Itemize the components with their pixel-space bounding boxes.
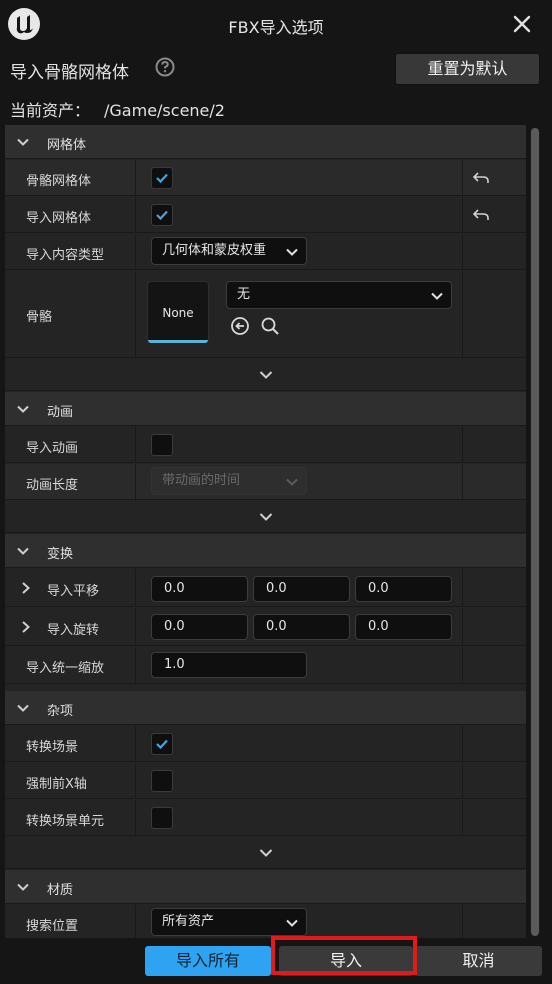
import-animation-label: 导入动画 <box>26 441 79 456</box>
import-rotation-label: 导入旋转 <box>47 623 100 638</box>
row-skeletal-mesh: 骨骼网格体 <box>5 160 526 196</box>
search-icon[interactable] <box>260 316 280 336</box>
dialog-heading: 导入骨骼网格体 <box>10 63 129 83</box>
skeletal-mesh-checkbox[interactable] <box>151 167 173 189</box>
import-translation-label: 导入平移 <box>47 584 100 599</box>
convert-scene-checkbox[interactable] <box>151 733 173 755</box>
chevron-down-icon <box>17 704 29 712</box>
cancel-button[interactable]: 取消 <box>415 946 542 976</box>
chevron-down-icon <box>286 248 298 256</box>
row-import-animation: 导入动画 <box>5 427 526 463</box>
import-uniform-scale-label: 导入统一缩放 <box>26 661 105 676</box>
row-convert-scene: 转换场景 <box>5 726 526 762</box>
chevron-down-icon <box>17 883 29 891</box>
convert-scene-unit-label: 转换场景单元 <box>26 814 105 829</box>
row-skeleton: 骨骼 无 <box>5 271 526 358</box>
mesh-advanced-expander[interactable] <box>5 359 526 391</box>
current-asset: 当前资产： /Game/scene/2 <box>10 97 239 121</box>
misc-advanced-expander[interactable] <box>5 837 526 869</box>
section-mesh-header[interactable]: 网格体 <box>5 125 526 159</box>
row-import-content-type: 导入内容类型 几何体和蒙皮权重 <box>5 234 526 270</box>
search-location-label: 搜索位置 <box>26 919 79 934</box>
section-misc-title: 杂项 <box>47 704 74 719</box>
title-bar: FBX导入选项 <box>0 0 552 50</box>
chevron-down-icon <box>17 547 29 555</box>
force-front-x-axis-label: 强制前X轴 <box>26 777 87 792</box>
translation-x-input[interactable]: 0.0 <box>151 576 248 602</box>
section-animation-title: 动画 <box>47 405 74 420</box>
import-content-type-label: 导入内容类型 <box>26 248 105 263</box>
skeletal-mesh-label: 骨骼网格体 <box>26 174 92 189</box>
chevron-down-icon <box>431 292 443 300</box>
skeleton-asset-value: 无 <box>237 287 251 302</box>
scrollbar-thumb[interactable] <box>531 128 539 936</box>
chevron-down-icon <box>17 138 29 146</box>
animation-length-dropdown: 带动画的时间 <box>151 467 307 495</box>
import-mesh-label: 导入网格体 <box>26 211 92 226</box>
translation-z-input[interactable]: 0.0 <box>355 576 452 602</box>
row-search-location: 搜索位置 所有资产 <box>5 905 526 938</box>
import-mesh-checkbox[interactable] <box>151 204 173 226</box>
row-import-translation: 导入平移 0.0 0.0 0.0 <box>5 569 526 607</box>
current-asset-label: 当前资产： <box>10 101 91 120</box>
section-animation-header[interactable]: 动画 <box>5 392 526 426</box>
rotation-x-input[interactable]: 0.0 <box>151 614 248 640</box>
animation-length-label: 动画长度 <box>26 478 79 493</box>
section-misc-header[interactable]: 杂项 <box>5 691 526 725</box>
chevron-right-icon[interactable] <box>21 582 31 594</box>
details-panel: 网格体 骨骼网格体 导入网格体 导入内容类型 几何体和蒙皮权重 骨骼 无 动画 … <box>5 125 526 938</box>
chevron-down-icon <box>259 849 273 857</box>
reset-arrow-icon[interactable] <box>472 208 490 222</box>
import-content-type-value: 几何体和蒙皮权重 <box>162 243 267 258</box>
animation-advanced-expander[interactable] <box>5 501 526 533</box>
rotation-y-input[interactable]: 0.0 <box>253 614 350 640</box>
row-animation-length: 动画长度 带动画的时间 <box>5 464 526 500</box>
close-icon <box>513 15 531 33</box>
reset-to-default-button[interactable]: 重置为默认 <box>395 53 540 85</box>
search-location-dropdown[interactable]: 所有资产 <box>151 908 307 936</box>
row-convert-scene-unit: 转换场景单元 <box>5 800 526 836</box>
use-selected-asset-icon[interactable] <box>230 316 250 336</box>
chevron-down-icon <box>286 919 298 927</box>
import-button-highlight <box>271 936 417 975</box>
animation-length-value: 带动画的时间 <box>162 473 241 488</box>
force-front-x-axis-checkbox[interactable] <box>151 770 173 792</box>
checkmark-icon <box>156 210 168 221</box>
skeleton-label: 骨骼 <box>26 310 53 325</box>
checkmark-icon <box>156 739 168 750</box>
import-animation-checkbox[interactable] <box>151 434 173 456</box>
row-import-rotation: 导入旋转 0.0 0.0 0.0 <box>5 608 526 646</box>
close-button[interactable] <box>510 12 534 36</box>
chevron-down-icon <box>286 478 298 486</box>
window-title: FBX导入选项 <box>228 18 324 37</box>
rotation-z-input[interactable]: 0.0 <box>355 614 452 640</box>
import-content-type-dropdown[interactable]: 几何体和蒙皮权重 <box>151 237 307 265</box>
thumbnail-asset-color-bar <box>148 340 208 343</box>
section-transform-header[interactable]: 变换 <box>5 534 526 568</box>
row-import-mesh: 导入网格体 <box>5 197 526 233</box>
chevron-down-icon <box>17 405 29 413</box>
chevron-down-icon <box>259 513 273 521</box>
import-all-button[interactable]: 导入所有 <box>145 946 271 976</box>
row-import-uniform-scale: 导入统一缩放 1.0 <box>5 647 526 684</box>
section-transform-title: 变换 <box>47 547 74 562</box>
skeleton-asset-dropdown[interactable]: 无 <box>226 281 452 309</box>
convert-scene-unit-checkbox[interactable] <box>151 807 173 829</box>
skeleton-thumbnail-label: None <box>162 306 194 320</box>
uniform-scale-input[interactable]: 1.0 <box>151 652 307 678</box>
chevron-right-icon[interactable] <box>21 621 31 633</box>
current-asset-path: /Game/scene/2 <box>104 101 225 120</box>
convert-scene-label: 转换场景 <box>26 740 79 755</box>
section-material-header[interactable]: 材质 <box>5 870 526 904</box>
help-icon[interactable] <box>155 57 175 77</box>
row-force-front-x-axis: 强制前X轴 <box>5 763 526 799</box>
section-material-title: 材质 <box>47 883 74 898</box>
reset-arrow-icon[interactable] <box>472 171 490 185</box>
checkmark-icon <box>156 173 168 184</box>
translation-y-input[interactable]: 0.0 <box>253 576 350 602</box>
search-location-value: 所有资产 <box>162 914 215 929</box>
skeleton-thumbnail[interactable]: None <box>147 281 209 343</box>
section-mesh-title: 网格体 <box>47 138 87 153</box>
chevron-down-icon <box>259 371 273 379</box>
